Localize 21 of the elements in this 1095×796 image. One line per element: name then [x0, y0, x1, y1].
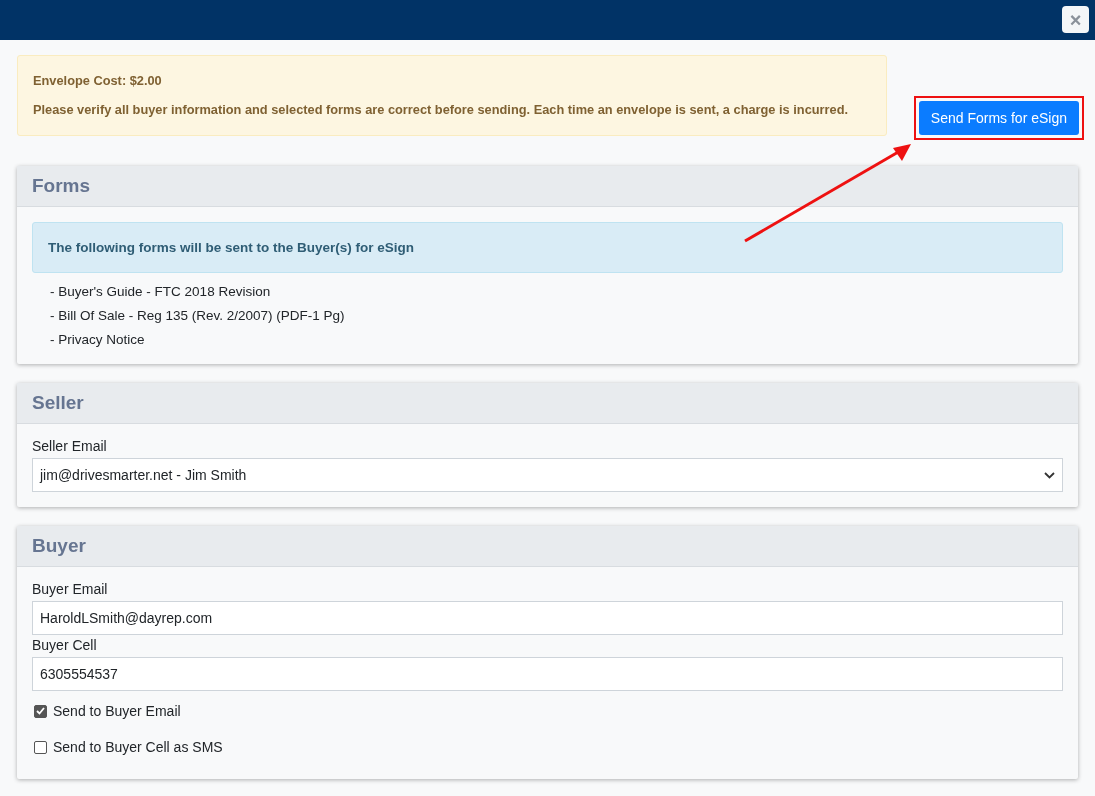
info-alert: The following forms will be sent to the Buyer(s) for eSign [32, 222, 1063, 273]
seller-email-select[interactable]: jim@drivesmarter.net - Jim Smith [32, 458, 1063, 492]
card-title: Forms [32, 175, 91, 197]
field-label: Buyer Email [32, 580, 109, 599]
checkbox[interactable] [34, 740, 47, 754]
warning-message: Please verify all buyer information and selected forms are correct before sending. Each time an envelope is sent, a charge is incurred. [33, 102, 850, 117]
envelope-cost: Envelope Cost: $2.00 [33, 73, 163, 88]
checkbox-label: Send to Buyer Cell as SMS [53, 739, 223, 755]
input-field[interactable]: HaroldLSmith@dayrep.com [32, 601, 1063, 635]
form-item: - Bill Of Sale - Reg 135 (Rev. 2/2007) (PDF-1 Pg) [49, 307, 346, 325]
card-title: Buyer [32, 535, 86, 557]
input-field[interactable]: 6305554537 [32, 657, 1063, 691]
field-label: Buyer Cell [32, 636, 98, 655]
field-label: Seller Email [32, 437, 108, 456]
form-item: - Buyer's Guide - FTC 2018 Revision [49, 283, 272, 301]
checkbox[interactable] [34, 704, 47, 718]
send-button[interactable]: Send Forms for eSign [918, 101, 1079, 135]
checkbox-label: Send to Buyer Email [53, 703, 181, 719]
card-title: Seller [32, 392, 84, 414]
form-item: - Privacy Notice [49, 331, 146, 349]
chevron-down-icon [1044, 471, 1055, 479]
